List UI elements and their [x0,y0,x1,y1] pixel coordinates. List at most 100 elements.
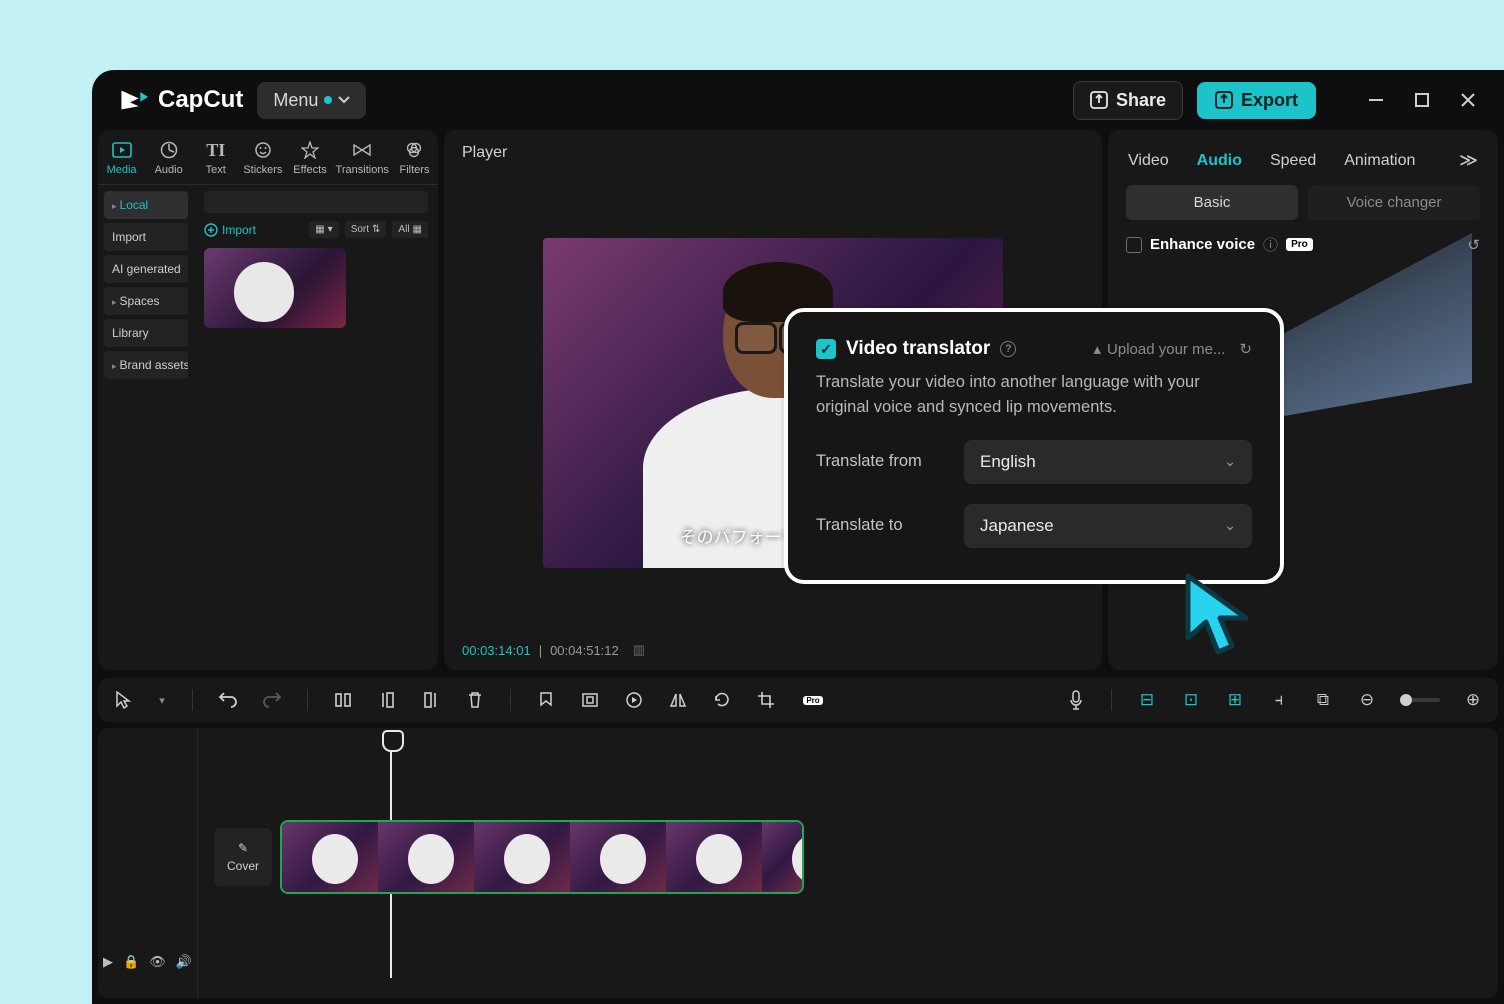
media-tab-media[interactable]: Media [98,130,145,184]
menu-label: Menu [273,90,318,111]
view-grid-button[interactable]: ▦▾ [309,221,338,238]
smart-tool[interactable]: Pro [799,689,827,711]
crop-tool[interactable] [755,689,777,711]
media-tab-filters[interactable]: Filters [391,130,438,184]
nav-ai-generated[interactable]: AI generated [104,255,188,283]
filter-all-button[interactable]: All ▦ [392,221,428,238]
split-tool[interactable] [332,689,354,711]
import-button[interactable]: Import [204,223,256,237]
info-icon[interactable]: ⓘ [1263,234,1278,255]
pointer-tool[interactable] [112,689,134,711]
media-panel: Media Audio TIText Stickers Effects Tran… [98,130,438,670]
timeline-toolbar: ▾ Pro ⊟ ⊡ ⊞ ⫞ ⧉ ⊖ ⊕ [98,678,1498,722]
transitions-icon [352,140,372,160]
player-title: Player [444,130,1102,176]
magnet-tool-1[interactable]: ⊟ [1136,689,1158,711]
sort-button[interactable]: Sort ⇅ [345,221,387,238]
subtab-basic[interactable]: Basic [1126,185,1298,220]
timeline-tracks[interactable]: ✎ Cover [198,728,1498,998]
align-tool[interactable]: ⫞ [1268,689,1290,711]
rotate-tool[interactable] [711,689,733,711]
lock-icon[interactable]: 🔒 [123,954,139,970]
track-toggle-icon[interactable]: ▶ [103,954,113,970]
magnet-tool-2[interactable]: ⊡ [1180,689,1202,711]
preview-tool[interactable]: ⧉ [1312,689,1334,711]
property-tabs: Video Audio Speed Animation ≫ [1126,146,1480,185]
speed-tool[interactable] [623,689,645,711]
zoom-slider[interactable] [1400,698,1440,702]
current-time: 00:03:14:01 [462,643,531,658]
media-tab-audio[interactable]: Audio [145,130,192,184]
media-category-tabs: Media Audio TIText Stickers Effects Tran… [98,130,438,185]
nav-library[interactable]: Library [104,319,188,347]
cover-button[interactable]: ✎ Cover [214,828,272,886]
nav-import[interactable]: Import [104,223,188,251]
popup-title: Video translator [846,338,990,360]
reset-icon[interactable]: ↺ [1467,236,1480,254]
grid-icon: ▦ [315,224,324,235]
eye-icon[interactable]: 👁 [149,954,166,970]
tab-audio[interactable]: Audio [1197,152,1242,170]
media-tab-stickers[interactable]: Stickers [239,130,286,184]
checkbox-checked-icon[interactable]: ✓ [816,339,836,359]
maximize-button[interactable] [1412,91,1432,109]
nav-brand-assets[interactable]: ▸Brand assets [104,351,188,379]
nav-spaces[interactable]: ▸Spaces [104,287,188,315]
info-icon[interactable]: ? [1000,341,1016,357]
share-button[interactable]: Share [1073,81,1183,120]
text-icon: TI [206,140,226,160]
upload-media-button[interactable]: ▴ Upload your me... ↻ [1094,340,1253,358]
trim-left-tool[interactable] [376,689,398,711]
chevron-down-icon: ⌄ [1224,453,1236,470]
menu-button[interactable]: Menu [257,82,366,119]
search-input[interactable] [204,191,428,213]
more-tabs-button[interactable]: ≫ [1459,150,1478,171]
pro-badge: Pro [803,696,822,705]
chevron-up-icon: ▴ [1094,340,1102,358]
window-controls [1366,91,1478,109]
media-icon [112,140,132,160]
nav-local[interactable]: ▸Local [104,191,188,219]
zoom-out-button[interactable]: ⊖ [1356,689,1378,711]
microphone-tool[interactable] [1065,689,1087,711]
video-clip[interactable] [280,820,804,894]
media-tab-effects[interactable]: Effects [286,130,333,184]
redo-button[interactable] [261,689,283,711]
subtab-voice-changer[interactable]: Voice changer [1308,185,1480,220]
trim-right-tool[interactable] [420,689,442,711]
undo-button[interactable] [217,689,239,711]
magnet-tool-3[interactable]: ⊞ [1224,689,1246,711]
media-tab-transitions[interactable]: Transitions [334,130,391,184]
close-button[interactable] [1458,91,1478,109]
tab-animation[interactable]: Animation [1344,152,1415,170]
tab-speed[interactable]: Speed [1270,152,1316,170]
checkbox-icon[interactable] [1126,237,1142,253]
tag-tool[interactable] [535,689,557,711]
pointer-dropdown[interactable]: ▾ [156,689,168,711]
plus-icon [204,223,218,237]
media-thumbnail[interactable] [204,248,346,328]
delete-tool[interactable] [464,689,486,711]
share-label: Share [1116,90,1166,111]
mirror-tool[interactable] [667,689,689,711]
player-timecode: 00:03:14:01 | 00:04:51:12 ▥ [444,630,1102,670]
reset-icon[interactable]: ↻ [1239,340,1252,358]
enhance-voice-label: Enhance voice [1150,236,1255,253]
popup-description: Translate your video into another langua… [816,370,1252,420]
stickers-icon [253,140,273,160]
enhance-voice-row[interactable]: Enhance voice ⓘ Pro ↺ [1126,234,1480,255]
media-tab-text[interactable]: TIText [192,130,239,184]
mask-tool[interactable] [579,689,601,711]
translate-from-select[interactable]: English ⌄ [964,440,1252,484]
translate-from-label: Translate from [816,452,948,471]
tab-video[interactable]: Video [1128,152,1169,170]
pro-badge: Pro [1286,238,1313,251]
zoom-in-button[interactable]: ⊕ [1462,689,1484,711]
minimize-button[interactable] [1366,91,1386,109]
translate-to-select[interactable]: Japanese ⌄ [964,504,1252,548]
mute-icon[interactable]: 🔊 [176,954,192,970]
audio-icon [159,140,179,160]
export-button[interactable]: Export [1197,82,1316,119]
media-content: Import ▦▾ Sort ⇅ All ▦ [194,185,438,670]
ratio-icon[interactable]: ▥ [633,642,645,658]
